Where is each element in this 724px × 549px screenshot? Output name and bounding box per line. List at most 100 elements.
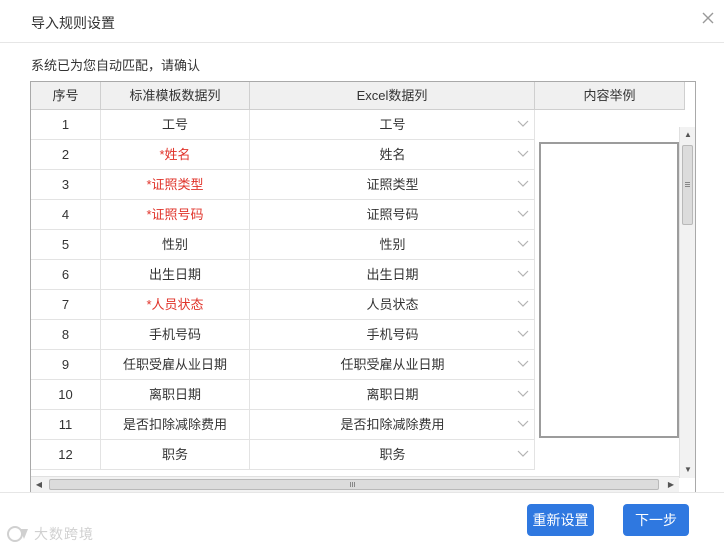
auto-match-hint: 系统已为您自动匹配，请确认 xyxy=(31,58,201,73)
close-icon[interactable] xyxy=(700,10,716,26)
example-column xyxy=(535,110,685,480)
standard-column-name: 工号 xyxy=(101,110,250,140)
chevron-down-icon[interactable] xyxy=(517,120,529,129)
table-row: 12 职务 职务 xyxy=(31,440,535,470)
watermark-logo-icon xyxy=(7,526,28,542)
excel-column-value: 工号 xyxy=(379,117,406,132)
vertical-scroll-thumb[interactable] xyxy=(682,145,693,225)
chevron-down-icon[interactable] xyxy=(517,240,529,249)
excel-column-value: 出生日期 xyxy=(366,267,419,282)
row-index: 4 xyxy=(31,200,101,230)
excel-column-select[interactable]: 证照号码 xyxy=(250,200,535,230)
dialog-title-bar: 导入规则设置 xyxy=(0,0,724,43)
standard-column-name: 是否扣除减除费用 xyxy=(101,410,250,440)
standard-column-name: 职务 xyxy=(101,440,250,470)
row-index: 1 xyxy=(31,110,101,140)
excel-column-select[interactable]: 性别 xyxy=(250,230,535,260)
watermark-text: 大数跨境 xyxy=(34,526,94,542)
excel-column-value: 性别 xyxy=(379,237,406,252)
excel-column-select[interactable]: 工号 xyxy=(250,110,535,140)
chevron-down-icon[interactable] xyxy=(517,390,529,399)
table-header: 序号 标准模板数据列 Excel数据列 内容举例 xyxy=(31,82,685,110)
header-excel-column: Excel数据列 xyxy=(250,82,535,110)
excel-column-select[interactable]: 姓名 xyxy=(250,140,535,170)
row-index: 5 xyxy=(31,230,101,260)
standard-column-name: *人员状态 xyxy=(101,290,250,320)
chevron-down-icon[interactable] xyxy=(517,210,529,219)
table-row: 11 是否扣除减除费用 是否扣除减除费用 xyxy=(31,410,535,440)
excel-column-select[interactable]: 证照类型 xyxy=(250,170,535,200)
excel-column-value: 职务 xyxy=(379,447,406,462)
excel-column-value: 人员状态 xyxy=(366,297,419,312)
excel-column-value: 离职日期 xyxy=(366,387,419,402)
excel-column-value: 证照类型 xyxy=(366,177,419,192)
reset-button[interactable]: 重新设置 xyxy=(527,504,594,536)
excel-column-value: 任职受雇从业日期 xyxy=(340,357,445,372)
footer-divider xyxy=(0,492,724,493)
table-body: 1 工号 工号 2 *姓名 姓名 3 *证照类型 证照类型 4 *证照号码 证照号码 5 性别 性别 6 出生日… xyxy=(31,110,685,480)
row-index: 6 xyxy=(31,260,101,290)
table-row: 6 出生日期 出生日期 xyxy=(31,260,535,290)
excel-column-select[interactable]: 任职受雇从业日期 xyxy=(250,350,535,380)
table-row: 9 任职受雇从业日期 任职受雇从业日期 xyxy=(31,350,535,380)
chevron-down-icon[interactable] xyxy=(517,450,529,459)
chevron-down-icon[interactable] xyxy=(517,150,529,159)
scroll-right-arrow-icon[interactable]: ▶ xyxy=(663,477,679,492)
standard-column-name: 出生日期 xyxy=(101,260,250,290)
excel-column-value: 手机号码 xyxy=(366,327,419,342)
row-index: 8 xyxy=(31,320,101,350)
excel-column-value: 证照号码 xyxy=(366,207,419,222)
scroll-up-arrow-icon[interactable]: ▲ xyxy=(680,127,695,143)
scroll-down-arrow-icon[interactable]: ▼ xyxy=(680,462,695,478)
excel-column-select[interactable]: 职务 xyxy=(250,440,535,470)
standard-column-name: *证照号码 xyxy=(101,200,250,230)
standard-column-name: 性别 xyxy=(101,230,250,260)
scroll-left-arrow-icon[interactable]: ◀ xyxy=(31,477,47,492)
table-row: 3 *证照类型 证照类型 xyxy=(31,170,535,200)
excel-column-select[interactable]: 人员状态 xyxy=(250,290,535,320)
chevron-down-icon[interactable] xyxy=(517,270,529,279)
vertical-scrollbar[interactable]: ▲ ▼ xyxy=(679,127,695,478)
example-preview-box xyxy=(539,142,679,438)
table-row: 10 离职日期 离职日期 xyxy=(31,380,535,410)
row-index: 9 xyxy=(31,350,101,380)
standard-column-name: *姓名 xyxy=(101,140,250,170)
dialog-title: 导入规则设置 xyxy=(31,15,115,31)
excel-column-select[interactable]: 出生日期 xyxy=(250,260,535,290)
excel-column-value: 姓名 xyxy=(379,147,406,162)
header-standard-column: 标准模板数据列 xyxy=(101,82,250,110)
table-row: 4 *证照号码 证照号码 xyxy=(31,200,535,230)
standard-column-name: 手机号码 xyxy=(101,320,250,350)
chevron-down-icon[interactable] xyxy=(517,360,529,369)
chevron-down-icon[interactable] xyxy=(517,180,529,189)
excel-column-select[interactable]: 手机号码 xyxy=(250,320,535,350)
header-index: 序号 xyxy=(31,82,101,110)
horizontal-scroll-thumb[interactable] xyxy=(49,479,659,490)
mapping-table: 序号 标准模板数据列 Excel数据列 内容举例 1 工号 工号 2 *姓名 姓名 3 *证照… xyxy=(30,81,696,493)
watermark: 大数跨境 xyxy=(6,524,94,544)
horizontal-scrollbar[interactable]: ◀ ▶ xyxy=(31,476,679,492)
table-row: 1 工号 工号 xyxy=(31,110,535,140)
excel-column-select[interactable]: 离职日期 xyxy=(250,380,535,410)
row-index: 11 xyxy=(31,410,101,440)
standard-column-name: 任职受雇从业日期 xyxy=(101,350,250,380)
chevron-down-icon[interactable] xyxy=(517,420,529,429)
row-index: 7 xyxy=(31,290,101,320)
chevron-down-icon[interactable] xyxy=(517,330,529,339)
row-index: 12 xyxy=(31,440,101,470)
table-row: 2 *姓名 姓名 xyxy=(31,140,535,170)
table-row: 5 性别 性别 xyxy=(31,230,535,260)
chevron-down-icon[interactable] xyxy=(517,300,529,309)
row-index: 3 xyxy=(31,170,101,200)
table-row: 7 *人员状态 人员状态 xyxy=(31,290,535,320)
next-step-button[interactable]: 下一步 xyxy=(623,504,689,536)
row-index: 10 xyxy=(31,380,101,410)
header-example: 内容举例 xyxy=(535,82,685,110)
import-rules-dialog: 导入规则设置 系统已为您自动匹配，请确认 序号 标准模板数据列 Excel数据列… xyxy=(0,0,724,549)
standard-column-name: *证照类型 xyxy=(101,170,250,200)
excel-column-value: 是否扣除减除费用 xyxy=(340,417,445,432)
table-row: 8 手机号码 手机号码 xyxy=(31,320,535,350)
excel-column-select[interactable]: 是否扣除减除费用 xyxy=(250,410,535,440)
standard-column-name: 离职日期 xyxy=(101,380,250,410)
row-index: 2 xyxy=(31,140,101,170)
